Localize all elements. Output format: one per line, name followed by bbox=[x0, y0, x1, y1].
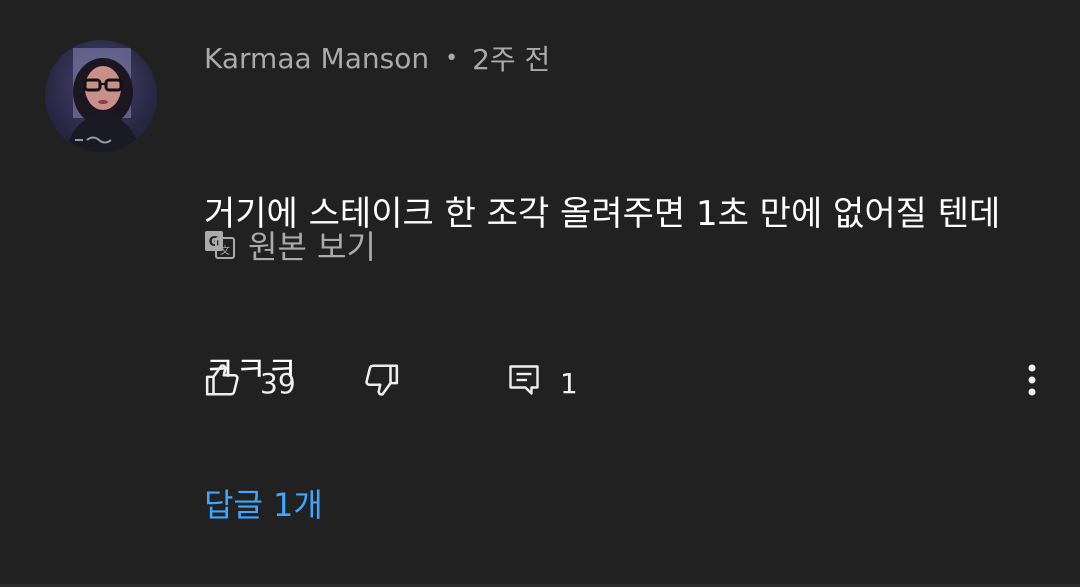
comment-actions: 39 1 bbox=[204, 358, 1064, 408]
svg-text:文: 文 bbox=[220, 244, 230, 257]
dislike-button[interactable] bbox=[362, 358, 400, 408]
more-vert-icon bbox=[1027, 361, 1037, 406]
reply-count: 1 bbox=[560, 366, 578, 400]
thumbs-up-icon bbox=[204, 361, 242, 406]
view-replies-link[interactable]: 답글 1개 bbox=[204, 478, 323, 528]
like-count: 39 bbox=[260, 366, 296, 400]
comment-text: 거기에 스테이크 한 조각 올려주면 1초 만에 없어질 텐데 ㅋㅋㅋ bbox=[204, 84, 1024, 500]
show-original-label: 원본 보기 bbox=[248, 228, 376, 266]
comment-header: Karmaa Manson • 2주 전 bbox=[204, 38, 550, 78]
more-options-button[interactable] bbox=[1012, 358, 1052, 408]
reply-button[interactable]: 1 bbox=[506, 358, 578, 408]
thumbs-down-icon bbox=[362, 361, 400, 406]
timestamp[interactable]: 2주 전 bbox=[472, 38, 550, 78]
translate-icon: G 文 bbox=[204, 230, 236, 260]
separator-dot: • bbox=[445, 45, 459, 71]
comment-item: Karmaa Manson • 2주 전 거기에 스테이크 한 조각 올려주면 … bbox=[0, 0, 1080, 587]
comment-icon bbox=[506, 361, 542, 406]
show-original-button[interactable]: G 文 원본 보기 bbox=[204, 222, 376, 268]
avatar[interactable] bbox=[45, 40, 157, 152]
author-name[interactable]: Karmaa Manson bbox=[204, 42, 429, 75]
like-button[interactable]: 39 bbox=[204, 358, 296, 408]
